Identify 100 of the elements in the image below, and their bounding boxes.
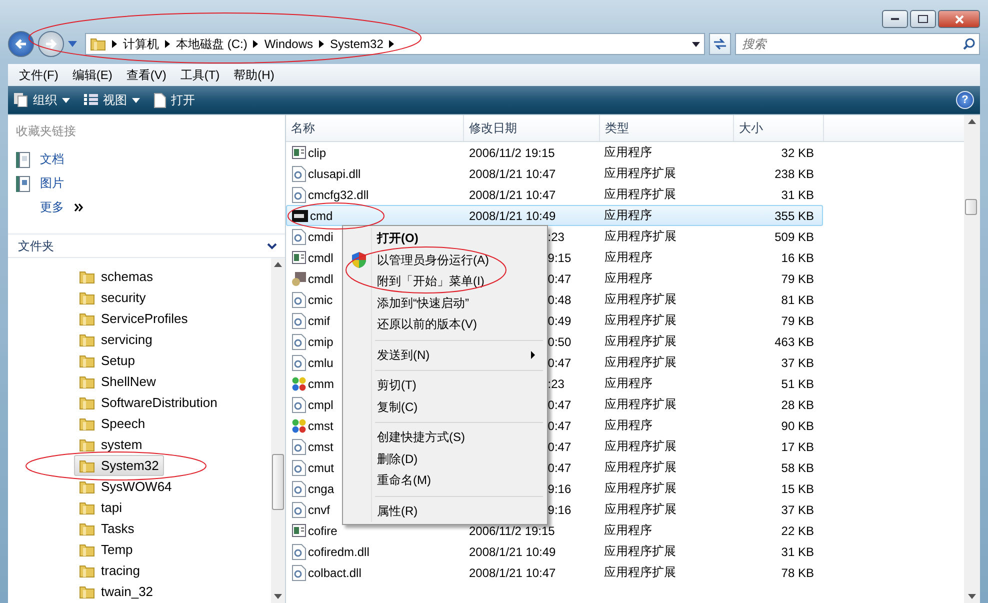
column-header[interactable]: 名称 [286, 115, 464, 141]
folder-item[interactable]: Temp [74, 539, 138, 560]
folder-item[interactable]: twain_32 [74, 581, 158, 602]
context-menu-item[interactable]: 添加到“快速启动” [345, 292, 545, 314]
folder-icon [79, 584, 95, 598]
menu-item[interactable]: 编辑(E) [65, 66, 120, 84]
file-type: 应用程序扩展 [604, 333, 676, 350]
context-menu-item[interactable]: 创建快捷方式(S) [345, 427, 545, 448]
file-name: cmcfg32.dll [308, 188, 369, 202]
folder-item[interactable]: Speech [74, 413, 150, 434]
column-header[interactable]: 类型 [600, 115, 734, 141]
refresh-button[interactable] [709, 33, 731, 55]
folder-icon [79, 438, 95, 452]
context-menu-item[interactable]: 属性(R) [345, 500, 545, 522]
toolbar-button[interactable]: 打开 [154, 92, 195, 108]
folder-item[interactable]: ShellNew [74, 371, 161, 392]
maximize-button[interactable] [910, 10, 936, 28]
breadcrumb[interactable]: 计算机 [123, 36, 159, 52]
context-menu-item[interactable]: 以管理员身份运行(A) [345, 250, 545, 271]
more-link[interactable]: 更多 [40, 199, 64, 216]
arrow-icon[interactable] [165, 40, 170, 48]
file-type: 应用程序 [604, 522, 652, 539]
file-name: cmpl [308, 398, 334, 412]
favorite-link[interactable]: 文档 [40, 151, 64, 168]
file-name: cofiredm.dll [308, 544, 370, 558]
file-date: :23 [548, 376, 564, 390]
context-menu-item[interactable]: 剪切(T) [345, 375, 545, 396]
scrollbar-thumb[interactable] [965, 199, 977, 215]
file-type: 应用程序扩展 [604, 165, 676, 182]
history-caret-icon[interactable] [68, 41, 77, 47]
arrow-icon[interactable] [253, 40, 258, 48]
arrow-icon[interactable] [389, 40, 394, 48]
folder-item[interactable]: ServiceProfiles [74, 308, 193, 329]
context-menu-item[interactable]: 打开(O) [345, 228, 545, 250]
file-date: 0:47 [548, 440, 572, 454]
selected-file-row[interactable]: cmd 2008/1/21 10:49 应用程序 355 KB [286, 205, 823, 226]
toolbar-button[interactable]: 视图 [84, 92, 140, 108]
context-menu-item[interactable]: 还原以前的版本(V) [345, 314, 545, 336]
context-menu-item[interactable]: 删除(D) [345, 448, 545, 470]
scroll-up-icon[interactable] [968, 119, 976, 124]
search-icon[interactable] [963, 38, 975, 50]
folder-item[interactable]: SoftwareDistribution [74, 392, 222, 413]
address-bar[interactable]: 计算机 本地磁盘 (C:) Windows System32 [85, 33, 705, 55]
folder-item[interactable]: SysWOW64 [74, 476, 177, 497]
file-date: 2006/11/2 19:15 [468, 146, 555, 160]
scroll-up-icon[interactable] [274, 262, 282, 267]
arrow-icon[interactable] [112, 40, 117, 48]
favorite-link[interactable]: 图片 [40, 175, 64, 192]
context-menu-item[interactable]: 附到「开始」菜单(I) [345, 271, 545, 292]
column-header[interactable]: 修改日期 [464, 115, 600, 141]
context-menu-item[interactable]: 发送到(N) [345, 344, 545, 366]
menu-item[interactable]: 文件(F) [12, 66, 66, 84]
breadcrumb[interactable]: Windows [264, 37, 314, 51]
gear-file-icon [292, 544, 306, 560]
scrollbar[interactable] [964, 115, 980, 603]
folder-icon [79, 396, 95, 410]
folder-item[interactable]: Tasks [74, 518, 140, 539]
scroll-down-icon[interactable] [968, 594, 976, 599]
menu-item[interactable]: 查看(V) [119, 66, 174, 84]
folder-item[interactable]: schemas [74, 266, 158, 287]
search-field[interactable]: 搜索 [735, 33, 980, 55]
folder-icon [79, 458, 95, 472]
close-button[interactable] [938, 10, 980, 28]
toolbar-button[interactable]: 组织 [14, 92, 70, 108]
scrollbar[interactable] [271, 258, 285, 603]
caret-icon [692, 42, 700, 46]
folder-item[interactable]: tracing [74, 560, 146, 581]
window-icon [292, 146, 306, 159]
folders-title[interactable]: 文件夹 [18, 238, 54, 254]
folder-icon [79, 290, 95, 304]
folder-item[interactable]: security [74, 287, 151, 308]
scrollbar-thumb[interactable] [272, 454, 284, 510]
folder-item[interactable]: servicing [74, 329, 158, 350]
context-menu-item[interactable]: 复制(C) [345, 396, 545, 418]
breadcrumb[interactable]: 本地磁盘 (C:) [176, 36, 248, 52]
file-date: 2008/1/21 10:47 [468, 566, 556, 580]
forward-arrow-icon [45, 38, 57, 50]
menu-item[interactable]: 工具(T) [173, 66, 227, 84]
back-button[interactable] [8, 31, 34, 57]
gear-file-icon [292, 564, 306, 580]
scroll-down-icon[interactable] [274, 594, 282, 599]
folder-item[interactable]: System32 [74, 455, 164, 476]
column-header[interactable]: 大小 [734, 115, 824, 141]
file-date: 0:47 [548, 356, 572, 370]
minimize-button[interactable] [882, 10, 908, 28]
context-menu-item[interactable]: 重命名(M) [345, 470, 545, 492]
folder-item[interactable]: system [74, 434, 148, 455]
file-date: 2008/1/21 10:47 [468, 188, 556, 202]
folder-item[interactable]: Setup [74, 350, 140, 371]
breadcrumb[interactable]: System32 [330, 37, 384, 51]
help-button[interactable]: ? [956, 91, 974, 109]
views-icon [84, 94, 98, 106]
arrow-icon[interactable] [319, 40, 324, 48]
menu-item[interactable]: 帮助(H) [226, 66, 282, 84]
forward-button[interactable] [38, 31, 64, 57]
folder-item[interactable]: tapi [74, 497, 127, 518]
file-name: cmut [308, 460, 334, 474]
double-chevron-icon[interactable] [74, 203, 84, 212]
chevron-icon[interactable] [267, 242, 277, 250]
minimize-icon [891, 18, 899, 20]
